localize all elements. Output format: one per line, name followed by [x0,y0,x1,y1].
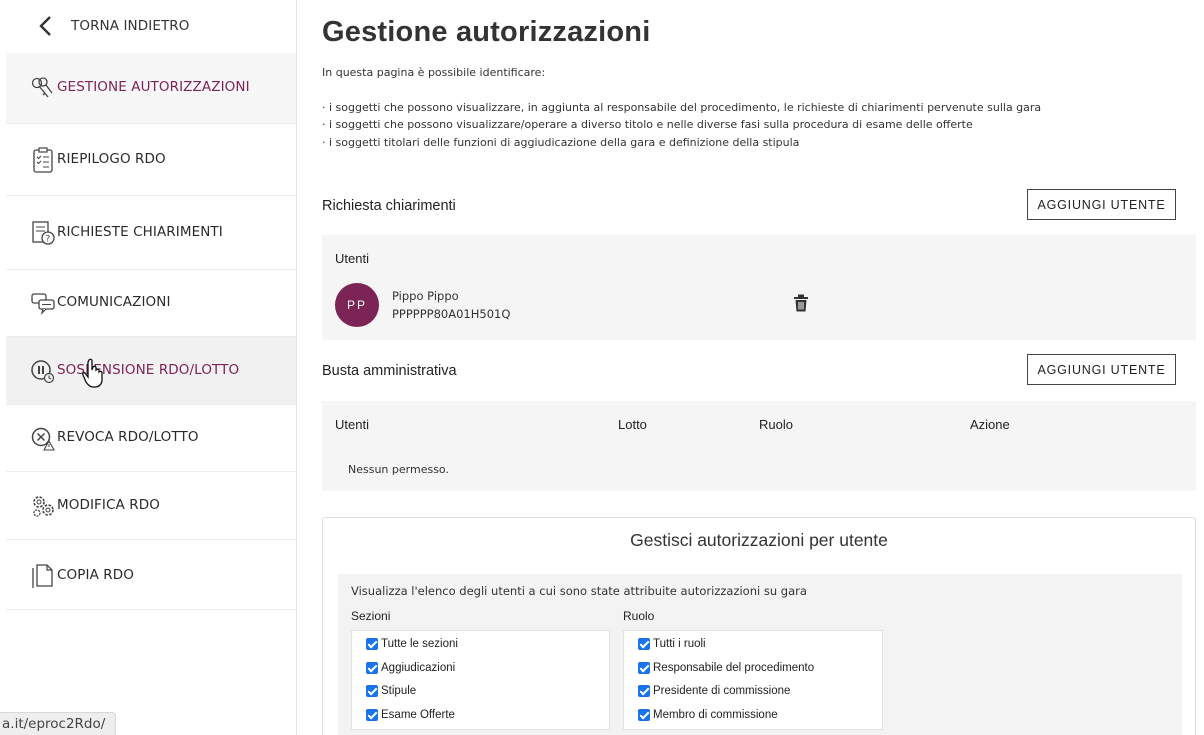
checkbox[interactable] [638,685,650,697]
filter-description: Visualizza l'elenco degli utenti a cui s… [351,584,807,598]
keys-icon [31,77,53,98]
checkbox-label: Stipule [381,685,417,697]
document-question-icon: ? [32,221,55,245]
checkbox[interactable] [366,709,378,721]
avatar: PP [335,283,379,327]
column-header-utenti: Utenti [335,417,369,432]
sidebar-item-label: MODIFICA RDO [57,497,160,513]
checkbox-label: Tutti i ruoli [653,638,706,650]
users-header: Utenti [335,251,369,266]
sidebar-item-label: REVOCA RDO/LOTTO [57,429,199,445]
main-content: Gestione autorizzazioni In questa pagina… [322,0,1204,735]
sidebar-item-sospensione-rdo-lotto[interactable]: SOSPENSIONE RDO/LOTTO [6,336,296,404]
section-title-busta-amministrativa: Busta amministrativa [322,363,457,379]
checkbox-presidente-di-commissione[interactable]: Presidente di commissione [638,685,790,697]
empty-message: Nessun permesso. [348,463,449,476]
sidebar: TORNA INDIETRO GESTIONE AUTORIZZAZIONI R… [0,0,297,735]
user-fiscal-code: PPPPPP80A01H501Q [392,307,511,321]
sidebar-item-gestione-autorizzazioni[interactable]: GESTIONE AUTORIZZAZIONI [6,53,296,123]
checkbox[interactable] [366,685,378,697]
section-title-richiesta-chiarimenti: Richiesta chiarimenti [322,198,456,214]
sidebar-item-label: RICHIESTE CHIARIMENTI [57,224,223,240]
sezioni-checkbox-list: Tutte le sezioni Aggiudicazioni Stipule … [351,630,610,730]
user-name: Pippo Pippo [392,289,459,303]
sidebar-item-copia-rdo[interactable]: COPIA RDO [6,539,296,609]
manage-permissions-box: Gestisci autorizzazioni per utente Visua… [322,517,1196,735]
filter-panel: Visualizza l'elenco degli utenti a cui s… [338,574,1182,735]
sidebar-item-comunicazioni[interactable]: COMUNICAZIONI [6,269,296,336]
checkbox-responsabile-del-procedimento[interactable]: Responsabile del procedimento [638,662,814,674]
intro-line: In questa pagina è possibile identificar… [322,66,546,79]
sidebar-item-revoca-rdo-lotto[interactable]: REVOCA RDO/LOTTO [6,404,296,471]
checkbox-label: Aggiudicazioni [381,662,456,674]
checkbox-stipule[interactable]: Stipule [366,685,416,697]
add-user-button[interactable]: AGGIUNGI UTENTE [1027,354,1176,385]
sidebar-item-label: COPIA RDO [57,567,135,583]
clipboard-icon [33,147,53,173]
status-url: a.it/eproc2Rdo/ [0,712,117,735]
back-button[interactable]: TORNA INDIETRO [6,0,296,53]
sidebar-item-label: RIEPILOGO RDO [57,151,166,167]
checkbox[interactable] [638,662,650,674]
checkbox-label: Membro di commissione [653,709,778,721]
checkbox[interactable] [638,709,650,721]
sezioni-label: Sezioni [351,609,391,623]
checkbox-label: Tutte le sezioni [381,638,458,650]
checkbox-label: Esame Offerte [381,709,455,721]
revoke-icon [31,427,55,451]
sidebar-item-riepilogo-rdo[interactable]: RIEPILOGO RDO [6,123,296,195]
chat-bubbles-icon [31,293,55,315]
svg-text:?: ? [46,235,51,245]
ruoli-checkbox-list: Tutti i ruoli Responsabile del procedime… [623,630,883,730]
sidebar-item-richieste-chiarimenti[interactable]: ? RICHIESTE CHIARIMENTI [6,195,296,269]
sidebar-item-label: COMUNICAZIONI [57,294,171,310]
checkbox-esame-offerte[interactable]: Esame Offerte [366,709,455,721]
richiesta-users-panel: Utenti PP Pippo Pippo PPPPPP80A01H501Q [322,235,1196,340]
column-header-lotto: Lotto [618,417,647,432]
checkbox-tutte-le-sezioni[interactable]: Tutte le sezioni [366,638,458,650]
chevron-left-icon [39,16,51,36]
intro-bullet: · i soggetti che possono visualizzare/op… [322,118,973,131]
intro-bullet: · i soggetti che possono visualizzare, i… [322,100,1042,114]
gears-icon [33,496,54,517]
ruolo-label: Ruolo [623,609,655,623]
checkbox[interactable] [366,638,378,650]
checkbox-label: Responsabile del procedimento [653,662,815,674]
page-title: Gestione autorizzazioni [322,16,651,48]
trash-icon[interactable] [793,294,809,312]
copy-icon [32,564,53,588]
hand-cursor-icon [82,358,103,388]
checkbox-membro-di-commissione[interactable]: Membro di commissione [638,709,778,721]
sidebar-divider [6,609,296,610]
sidebar-item-modifica-rdo[interactable]: MODIFICA RDO [6,471,296,539]
checkbox[interactable] [638,638,650,650]
sidebar-item-label: GESTIONE AUTORIZZAZIONI [57,79,250,95]
add-user-button[interactable]: AGGIUNGI UTENTE [1027,189,1176,220]
column-header-azione: Azione [970,417,1010,432]
intro-text: In questa pagina è possibile identificar… [322,64,1041,151]
column-header-ruolo: Ruolo [759,417,793,432]
checkbox-label: Presidente di commissione [653,685,791,697]
back-label: TORNA INDIETRO [71,18,190,34]
checkbox[interactable] [366,662,378,674]
checkbox-tutti-i-ruoli[interactable]: Tutti i ruoli [638,638,706,650]
checkbox-aggiudicazioni[interactable]: Aggiudicazioni [366,662,455,674]
box-title: Gestisci autorizzazioni per utente [630,530,888,550]
pause-clock-icon [31,360,55,384]
busta-table: Utenti Lotto Ruolo Azione Nessun permess… [322,401,1196,491]
intro-bullet: · i soggetti titolari delle funzioni di … [322,135,800,149]
